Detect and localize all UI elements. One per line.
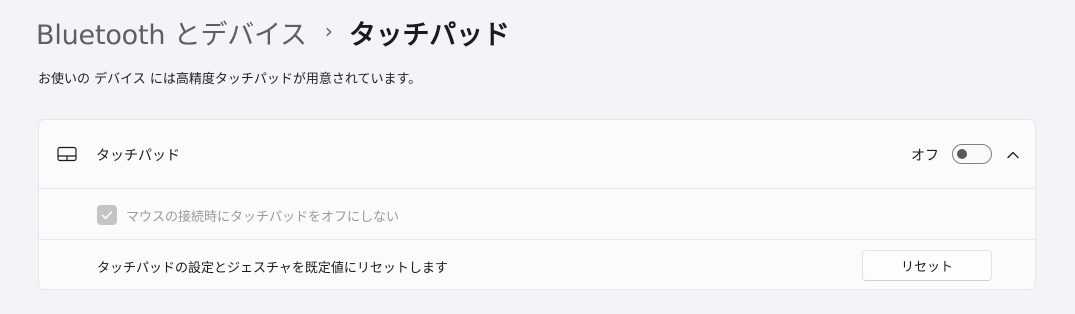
breadcrumb-chevron-icon: › (324, 19, 333, 43)
reset-option-row: タッチパッドの設定とジェスチャを既定値にリセットします リセット (39, 240, 1035, 289)
page-description: お使いの デバイス には高精度タッチパッドが用意されています。 (38, 72, 422, 87)
touchpad-section-title: タッチパッド (96, 148, 180, 164)
checkmark-icon (101, 211, 113, 220)
breadcrumb: Bluetooth とデバイス › タッチパッド (36, 12, 510, 52)
breadcrumb-parent-link[interactable]: Bluetooth とデバイス (36, 13, 307, 52)
mouse-option-row: マウスの接続時にタッチパッドをオフにしない (39, 189, 1035, 240)
toggle-state-label: オフ (911, 148, 939, 164)
touchpad-icon (57, 146, 77, 162)
chevron-up-icon[interactable] (1006, 147, 1020, 161)
reset-option-label: タッチパッドの設定とジェスチャを既定値にリセットします (97, 261, 448, 276)
touchpad-settings-card: タッチパッド オフ マウスの接続時にタッチパッドをオフにしない タッチパッドの設… (38, 119, 1036, 290)
touchpad-toggle[interactable] (952, 144, 992, 164)
mouse-option-label: マウスの接続時にタッチパッドをオフにしない (126, 210, 400, 225)
toggle-knob (957, 149, 967, 159)
touchpad-section-header[interactable]: タッチパッド オフ (39, 120, 1035, 189)
page-title: タッチパッド (348, 19, 510, 51)
mouse-option-checkbox[interactable] (97, 205, 117, 225)
reset-button[interactable]: リセット (862, 250, 992, 281)
